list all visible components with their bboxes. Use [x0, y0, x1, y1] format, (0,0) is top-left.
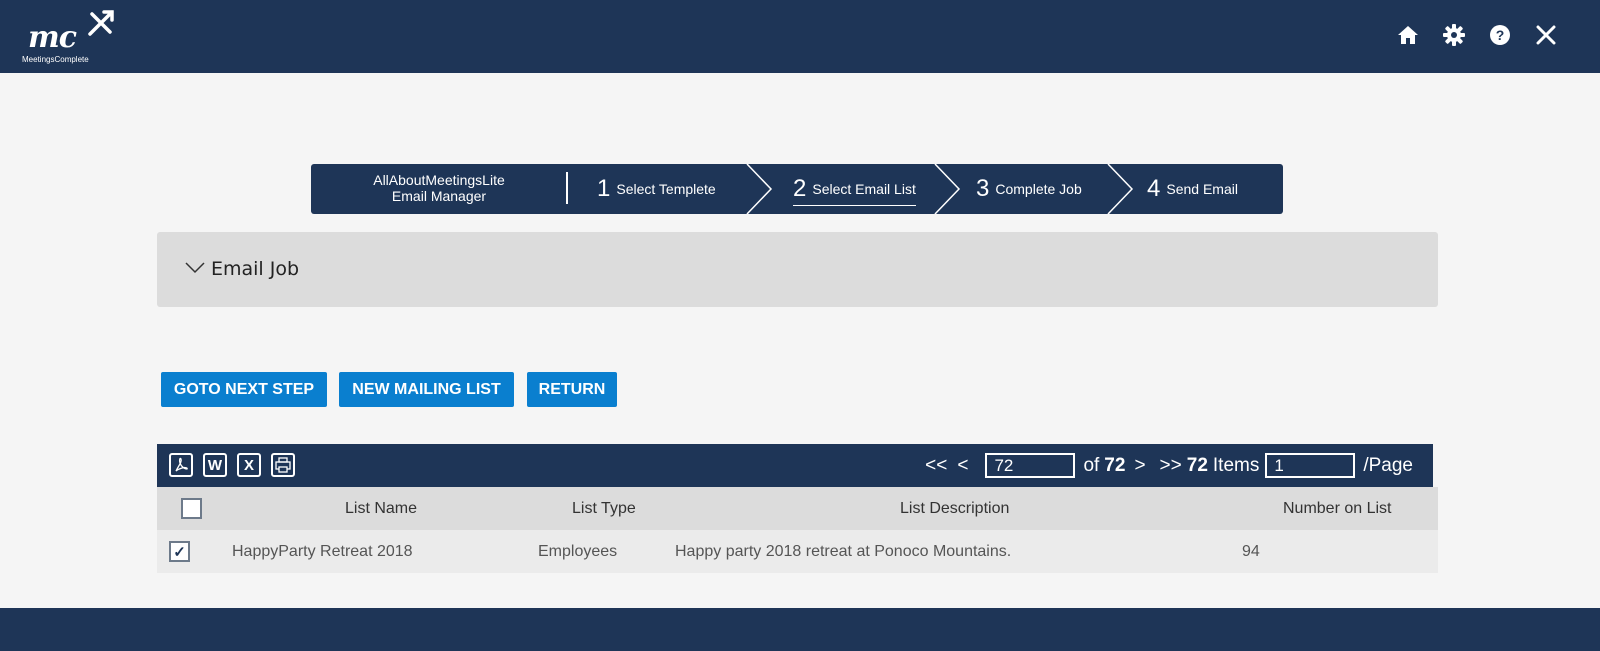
- step-number: 3: [976, 175, 990, 202]
- return-button[interactable]: RETURN: [527, 372, 617, 407]
- step-label: Complete Job: [995, 181, 1082, 197]
- first-page-button[interactable]: <<: [920, 455, 952, 477]
- column-header-list-description[interactable]: List Description: [900, 487, 1009, 530]
- header-actions: ?: [1396, 23, 1558, 47]
- chevron-down-icon: [185, 262, 205, 274]
- help-icon[interactable]: ?: [1488, 23, 1512, 47]
- step-separator-icon: [1107, 164, 1134, 214]
- step-send-email[interactable]: 4 Send Email: [1147, 164, 1238, 214]
- pager: << < of 72 > >> 72 Items /Page: [920, 444, 1433, 487]
- number-on-list-cell: 94: [1242, 542, 1260, 560]
- column-header-list-name[interactable]: List Name: [345, 487, 417, 530]
- active-step-underline: [793, 205, 916, 206]
- row-checkbox[interactable]: ✓: [169, 541, 190, 562]
- top-bar: mc MeetingsComplete ?: [0, 0, 1600, 73]
- table-row[interactable]: ✓ HappyParty Retreat 2018 Employees Happ…: [157, 530, 1438, 573]
- total-pages: 72: [1104, 454, 1126, 476]
- per-page-label: /Page: [1363, 454, 1413, 476]
- wizard-stepper: AllAboutMeetingsLite Email Manager 1 Sel…: [311, 164, 1283, 214]
- select-all-cell: [181, 487, 202, 530]
- logo-text: mc: [28, 20, 77, 55]
- prev-page-button[interactable]: <: [952, 455, 973, 477]
- of-label: of: [1083, 454, 1100, 476]
- items-count: 72: [1186, 454, 1208, 476]
- close-icon[interactable]: [1534, 23, 1558, 47]
- column-header-list-type[interactable]: List Type: [572, 487, 636, 530]
- grid-header: List Name List Type List Description Num…: [157, 487, 1438, 530]
- svg-text:?: ?: [1496, 27, 1505, 43]
- grid-toolbar: W X << < of 72 > >> 72 Items /Page: [157, 444, 1433, 487]
- select-all-checkbox[interactable]: [181, 498, 202, 519]
- step-number: 1: [597, 175, 611, 202]
- step-label: Send Email: [1166, 181, 1238, 197]
- row-select-cell: ✓: [169, 530, 190, 573]
- app-title-line1: AllAboutMeetingsLite: [373, 172, 505, 188]
- word-icon[interactable]: W: [203, 453, 227, 477]
- checkmark-icon: ✓: [173, 543, 186, 561]
- items-label: Items: [1212, 454, 1260, 476]
- pdf-icon[interactable]: [169, 453, 193, 477]
- step-complete-job[interactable]: 3 Complete Job: [976, 164, 1082, 214]
- step-number: 4: [1147, 175, 1161, 202]
- page-number-input[interactable]: [985, 453, 1076, 478]
- email-job-accordion[interactable]: Email Job: [157, 232, 1438, 307]
- list-type-cell: Employees: [538, 542, 618, 560]
- goto-next-step-button[interactable]: GOTO NEXT STEP: [161, 372, 327, 407]
- next-page-button[interactable]: >: [1129, 455, 1150, 477]
- step-separator-icon: [934, 164, 961, 214]
- app-title: AllAboutMeetingsLite Email Manager: [311, 172, 567, 204]
- accordion-title: Email Job: [211, 258, 300, 280]
- home-icon[interactable]: [1396, 23, 1420, 47]
- app-title-line2: Email Manager: [391, 188, 487, 204]
- excel-icon[interactable]: X: [237, 453, 261, 477]
- step-number: 2: [793, 175, 807, 202]
- footer-bar: [0, 608, 1600, 651]
- stepper-divider: [566, 172, 568, 204]
- step-separator-icon: [746, 164, 773, 214]
- step-label: Select Email List: [812, 181, 916, 197]
- list-description-cell: Happy party 2018 retreat at Ponoco Mount…: [675, 542, 1012, 560]
- print-icon[interactable]: [271, 453, 295, 477]
- new-mailing-list-button[interactable]: NEW MAILING LIST: [339, 372, 514, 407]
- step-select-template[interactable]: 1 Select Templete: [597, 164, 716, 214]
- step-label: Select Templete: [616, 181, 716, 197]
- airplane-icon: [88, 10, 114, 36]
- logo-subtitle: MeetingsComplete: [22, 55, 89, 64]
- list-name-cell: HappyParty Retreat 2018: [232, 542, 413, 560]
- meetingscomplete-logo[interactable]: mc MeetingsComplete: [22, 6, 122, 66]
- per-page-input[interactable]: [1265, 453, 1356, 478]
- last-page-button[interactable]: >>: [1155, 455, 1187, 477]
- step-select-email-list[interactable]: 2 Select Email List: [793, 164, 916, 214]
- column-header-number-on-list[interactable]: Number on List: [1283, 487, 1392, 530]
- gear-icon[interactable]: [1442, 23, 1466, 47]
